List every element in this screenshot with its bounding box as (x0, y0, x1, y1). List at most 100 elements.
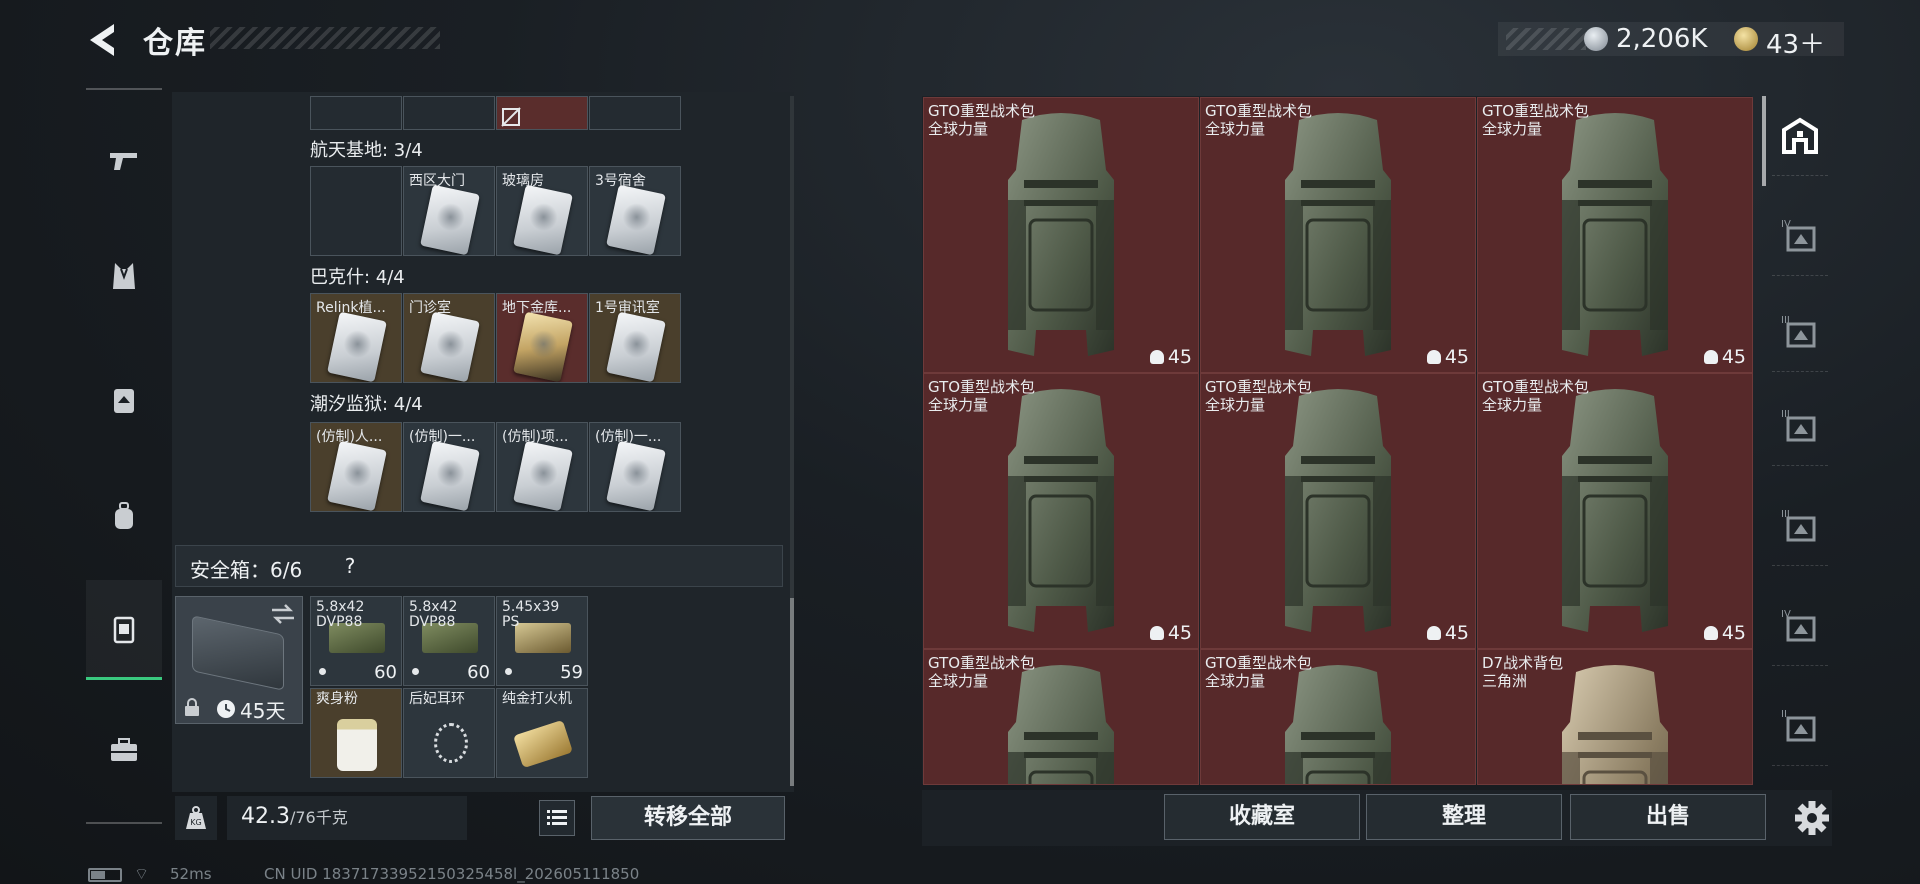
back-arrow-icon[interactable] (84, 20, 124, 60)
storage-tab[interactable]: III (1772, 386, 1828, 466)
storage-item[interactable]: GTO重型战术包 全球力量 45 (1477, 97, 1753, 373)
storage-footer: 收藏室 整理 出售 (922, 790, 1832, 846)
gold-balance[interactable]: 43＋ (1766, 24, 1825, 61)
nav-rig[interactable] (86, 350, 162, 450)
sort-button[interactable]: 整理 (1366, 794, 1562, 840)
backpack-image (1285, 389, 1391, 632)
storage-tab[interactable]: III (1772, 486, 1828, 566)
swap-icon[interactable] (270, 603, 296, 625)
lock-icon (185, 698, 199, 716)
storage-item[interactable]: GTO重型战术包 全球力量 45 (923, 373, 1199, 649)
backpack-image (1008, 665, 1114, 784)
nav-armor[interactable] (86, 226, 162, 326)
key-slot[interactable] (403, 96, 495, 130)
toolbox-icon (111, 738, 137, 761)
backpack-image (1562, 113, 1668, 356)
sell-button[interactable]: 出售 (1570, 794, 1766, 840)
key-slot[interactable]: Relink植... (310, 293, 402, 383)
key-slot[interactable]: 玻璃房 (496, 166, 588, 256)
item-weight: 45 (1426, 346, 1469, 368)
backpack-image (1562, 389, 1668, 632)
item-source: 全球力量 (928, 396, 989, 414)
safebox-item[interactable]: 爽身粉 (310, 688, 402, 778)
key-slot[interactable]: (仿制)项... (496, 422, 588, 512)
nav-tools[interactable] (86, 700, 162, 800)
key-slot[interactable]: 门诊室 (403, 293, 495, 383)
tier3-box-icon: III (1781, 509, 1816, 541)
key-slot[interactable] (310, 96, 402, 130)
key-slot[interactable]: 地下金库... (496, 293, 588, 383)
map-section-title: 航天基地: 3/4 (310, 140, 423, 161)
rig-icon (114, 389, 134, 413)
safebox-item[interactable]: 5.8x42 DVP88 60 (403, 596, 495, 686)
key-slot[interactable]: 西区大门 (403, 166, 495, 256)
item-weight-value: 45 (1167, 622, 1192, 644)
safebox-days: 45天 (240, 699, 286, 723)
backpack-image (1285, 665, 1391, 784)
item-source: 全球力量 (928, 120, 989, 138)
map-section-title: 巴克什: 4/4 (310, 267, 405, 288)
key-slot[interactable]: 1号审讯室 (589, 293, 681, 383)
key-slot-label: 玻璃房 (502, 173, 544, 189)
stack-indicator (412, 668, 419, 675)
stack-indicator (319, 668, 326, 675)
storage-tab[interactable]: IV (1772, 196, 1828, 276)
nav-weapons[interactable] (86, 110, 162, 210)
help-button[interactable]: ? (336, 552, 364, 580)
key-slot[interactable]: (仿制)一... (403, 422, 495, 512)
storage-tab[interactable]: IV (1772, 586, 1828, 666)
weight-icon (1149, 350, 1164, 364)
item-label: 后妃耳环 (409, 691, 465, 707)
nav-backpack[interactable] (86, 466, 162, 566)
clock-icon (217, 700, 235, 718)
weight-icon (1703, 350, 1718, 364)
storage-item[interactable]: D7战术背包 三角洲 (1477, 649, 1753, 785)
transfer-all-button[interactable]: 转移全部 (591, 796, 785, 840)
key-slot[interactable]: 3号宿舍 (589, 166, 681, 256)
backpack-image (1008, 389, 1114, 632)
home-storage-icon (1782, 117, 1818, 154)
storage-scroll-thumb[interactable] (1762, 96, 1766, 186)
container-scroll-thumb[interactable] (790, 598, 794, 786)
tier-label: IV (1781, 609, 1791, 620)
safebox-item[interactable]: 纯金打火机 (496, 688, 588, 778)
key-slot-label: (仿制)一... (409, 429, 476, 445)
key-slot[interactable] (589, 96, 681, 130)
weight-icon (1149, 626, 1164, 640)
storage-item[interactable]: GTO重型战术包 全球力量 45 (1477, 373, 1753, 649)
list-view-button[interactable] (539, 800, 575, 836)
top-bar: 仓库 2,206K 43＋ (0, 0, 1920, 80)
collection-room-button[interactable]: 收藏室 (1164, 794, 1360, 840)
keycard-image (606, 184, 666, 255)
storage-item[interactable]: GTO重型战术包 全球力量 (923, 649, 1199, 785)
item-label: 5.45x39 PS (502, 599, 560, 630)
nav-safebox[interactable] (86, 580, 162, 680)
storage-tab[interactable] (1772, 96, 1828, 176)
key-slot[interactable] (310, 166, 402, 256)
key-slot[interactable]: (仿制)一... (589, 422, 681, 512)
keycard-image (513, 184, 573, 255)
item-weight-value: 45 (1721, 622, 1746, 644)
item-weight-value: 45 (1167, 346, 1192, 368)
storage-item[interactable]: GTO重型战术包 全球力量 45 (1200, 373, 1476, 649)
storage-item[interactable]: GTO重型战术包 全球力量 45 (923, 97, 1199, 373)
item-weight: 45 (1703, 622, 1746, 644)
key-slot-label: 门诊室 (409, 300, 451, 316)
title-decoration (210, 27, 440, 49)
gear-icon[interactable] (1792, 798, 1832, 838)
item-label: 5.8x42 DVP88 (409, 599, 458, 630)
tier-label: IV (1781, 219, 1791, 230)
currency-bar: 2,206K 43＋ (1498, 22, 1844, 60)
key-slot[interactable]: (仿制)人... (310, 422, 402, 512)
safebox-item[interactable]: 5.45x39 PS 59 (496, 596, 588, 686)
storage-tab[interactable]: III (1772, 292, 1828, 372)
storage-item[interactable]: GTO重型战术包 全球力量 45 (1200, 97, 1476, 373)
safebox-card[interactable]: 45天 (175, 596, 303, 724)
safebox-item[interactable]: 后妃耳环 (403, 688, 495, 778)
storage-tab[interactable]: II (1772, 686, 1828, 766)
safebox-item[interactable]: 5.8x42 DVP88 60 (310, 596, 402, 686)
item-source: 全球力量 (1205, 120, 1266, 138)
silver-coin-icon (1584, 27, 1608, 51)
storage-item[interactable]: GTO重型战术包 全球力量 (1200, 649, 1476, 785)
lighter-image (513, 719, 573, 769)
